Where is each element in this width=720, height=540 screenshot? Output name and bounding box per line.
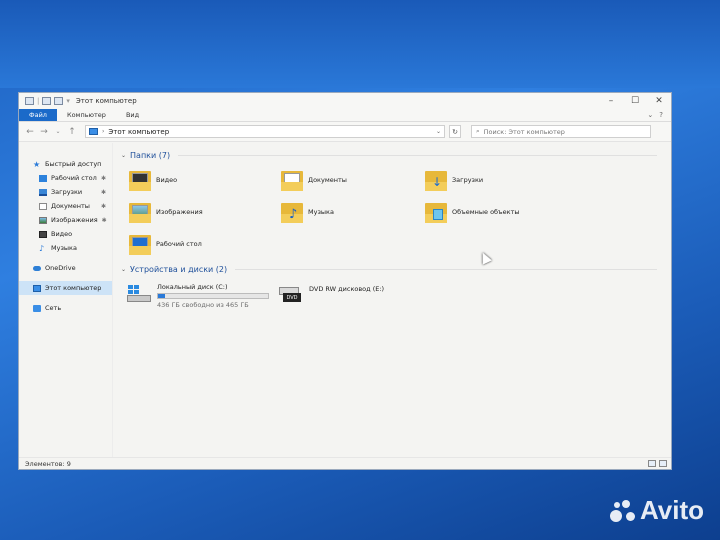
music-icon: ♪ — [39, 243, 45, 253]
drive-usage-bar — [157, 293, 269, 299]
folder-videos[interactable]: Видео — [129, 169, 177, 191]
sidebar-item-this-pc[interactable]: Этот компьютер — [19, 281, 112, 295]
folder-pictures[interactable]: Изображения — [129, 201, 203, 223]
pin-icon: ✱ — [100, 188, 106, 196]
help-icon[interactable]: ? — [659, 111, 663, 119]
chevron-down-icon[interactable]: ⌄ — [121, 152, 126, 159]
customize-toolbar-icon[interactable]: ▾ — [66, 97, 70, 105]
content-pane: ⌄ Папки (7) Видео Документы ↓ Загрузки И… — [113, 143, 671, 459]
navigation-pane: ★ Быстрый доступ Рабочий стол ✱ Загрузки… — [19, 143, 113, 459]
cloud-icon — [33, 265, 41, 271]
sidebar-item-documents[interactable]: Документы ✱ — [19, 199, 112, 213]
address-bar[interactable]: › Этот компьютер ⌄ — [85, 125, 445, 138]
group-header-drives[interactable]: ⌄ Устройства и диски (2) — [121, 265, 657, 274]
group-header-folders[interactable]: ⌄ Папки (7) — [121, 151, 657, 160]
ribbon-tabs: Файл Компьютер Вид ⌄ ? — [19, 109, 671, 122]
monitor-bezel — [0, 0, 720, 88]
item-count: Элементов: 9 — [25, 459, 71, 468]
avito-watermark: Avito — [609, 495, 704, 526]
videos-icon — [39, 230, 47, 238]
documents-icon — [39, 202, 47, 210]
close-button[interactable]: ✕ — [647, 93, 671, 109]
sidebar-item-music[interactable]: ♪ Музыка — [19, 241, 112, 255]
chevron-down-icon[interactable]: ⌄ — [121, 266, 126, 273]
pin-icon: ✱ — [100, 174, 106, 182]
navigation-bar: ← → ⌄ ↑ › Этот компьютер ⌄ ↻ ⌕ Поиск: Эт… — [19, 122, 671, 142]
quick-access-toolbar: | ▾ — [25, 97, 70, 105]
expand-ribbon-icon[interactable]: ⌄ — [647, 111, 653, 119]
avito-logo-icon — [609, 498, 636, 524]
title-bar: | ▾ Этот компьютер – ☐ ✕ — [19, 93, 671, 109]
downloads-icon — [39, 188, 47, 196]
large-icons-view-icon[interactable] — [659, 460, 667, 467]
recent-locations-icon[interactable]: ⌄ — [53, 128, 63, 135]
sidebar-item-videos[interactable]: Видео — [19, 227, 112, 241]
chevron-right-icon[interactable]: › — [102, 128, 104, 135]
folder-desktop[interactable]: Рабочий стол — [129, 233, 202, 255]
tab-file[interactable]: Файл — [19, 109, 57, 121]
address-path: Этот компьютер — [108, 127, 170, 136]
sidebar-item-desktop[interactable]: Рабочий стол ✱ — [19, 171, 112, 185]
computer-icon — [33, 284, 41, 292]
search-input[interactable]: ⌕ Поиск: Этот компьютер — [471, 125, 651, 138]
details-view-icon[interactable] — [648, 460, 656, 467]
dvd-drive-icon: DVD — [279, 283, 303, 303]
search-icon: ⌕ — [476, 127, 480, 135]
computer-icon — [89, 128, 98, 135]
folder-documents[interactable]: Документы — [281, 169, 347, 191]
sidebar-item-pictures[interactable]: Изображения ✱ — [19, 213, 112, 227]
drive-label: Локальный диск (C:) — [157, 283, 228, 291]
up-arrow-icon[interactable]: ↑ — [67, 127, 77, 137]
documents-folder-icon — [281, 169, 303, 191]
sidebar-item-downloads[interactable]: Загрузки ✱ — [19, 185, 112, 199]
tab-computer[interactable]: Компьютер — [57, 109, 116, 121]
folder-music[interactable]: ♪ Музыка — [281, 201, 334, 223]
windows-drive-icon — [127, 283, 151, 303]
back-arrow-icon[interactable]: ← — [25, 127, 35, 137]
downloads-folder-icon: ↓ — [425, 169, 447, 191]
drive-label: DVD RW дисковод (E:) — [309, 285, 385, 293]
maximize-button[interactable]: ☐ — [623, 93, 647, 109]
sidebar-item-network[interactable]: Сеть — [19, 301, 112, 315]
desktop-folder-icon — [129, 233, 151, 255]
drive-local-c[interactable]: Локальный диск (C:) 436 ГБ свободно из 4… — [127, 283, 269, 309]
window-title: Этот компьютер — [75, 97, 137, 105]
drive-dvd-e[interactable]: DVD DVD RW дисковод (E:) — [279, 283, 384, 303]
refresh-button[interactable]: ↻ — [449, 125, 461, 138]
pictures-icon — [39, 216, 47, 224]
search-placeholder: Поиск: Этот компьютер — [483, 127, 565, 136]
sidebar-item-onedrive[interactable]: OneDrive — [19, 261, 112, 275]
sidebar-item-quick-access[interactable]: ★ Быстрый доступ — [19, 157, 112, 171]
refresh-icon: ↻ — [452, 127, 458, 136]
music-folder-icon: ♪ — [281, 201, 303, 223]
status-bar: Элементов: 9 — [19, 457, 671, 469]
computer-icon — [25, 97, 34, 105]
pin-icon: ✱ — [100, 202, 106, 210]
folder-downloads[interactable]: ↓ Загрузки — [425, 169, 483, 191]
desktop-icon — [39, 174, 47, 182]
3d-objects-folder-icon — [425, 201, 447, 223]
forward-arrow-icon[interactable]: → — [39, 127, 49, 137]
network-icon — [33, 304, 41, 312]
properties-icon[interactable] — [42, 97, 52, 105]
tab-view[interactable]: Вид — [116, 109, 149, 121]
star-icon: ★ — [33, 159, 41, 169]
new-folder-icon[interactable] — [54, 97, 64, 105]
pin-icon: ✱ — [101, 216, 107, 224]
folder-3d-objects[interactable]: Объемные объекты — [425, 201, 520, 223]
drive-free-space: 436 ГБ свободно из 465 ГБ — [157, 301, 249, 309]
minimize-button[interactable]: – — [599, 93, 623, 109]
chevron-down-icon[interactable]: ⌄ — [436, 128, 441, 135]
pictures-folder-icon — [129, 201, 151, 223]
explorer-window: | ▾ Этот компьютер – ☐ ✕ Файл Компьютер … — [18, 92, 672, 470]
videos-folder-icon — [129, 169, 151, 191]
